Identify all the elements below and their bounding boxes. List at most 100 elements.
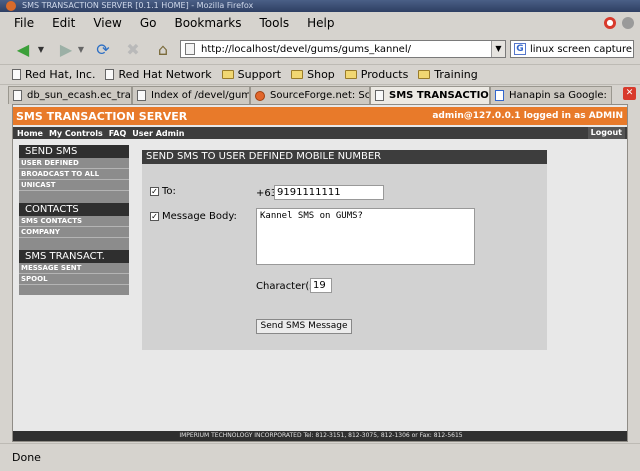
tab-label: SourceForge.net: Scr... bbox=[270, 90, 370, 101]
bookmark-training[interactable]: Training bbox=[418, 68, 478, 81]
sidebar-item-company[interactable]: COMPANY bbox=[19, 227, 129, 238]
close-tab-icon[interactable]: ✕ bbox=[623, 87, 636, 100]
google-icon[interactable]: G bbox=[514, 43, 526, 55]
form-heading: SEND SMS TO USER DEFINED MOBILE NUMBER bbox=[142, 150, 547, 164]
page-icon bbox=[13, 90, 22, 101]
sidebar-spacer bbox=[19, 191, 129, 203]
bookmark-redhat[interactable]: Red Hat, Inc. bbox=[12, 68, 95, 81]
bookmark-label: Training bbox=[434, 68, 478, 81]
search-text[interactable]: linux screen capture bbox=[530, 44, 632, 55]
bookmark-label: Red Hat Network bbox=[118, 68, 212, 81]
sidebar-item-user-defined[interactable]: USER DEFINED bbox=[19, 158, 129, 169]
google-icon bbox=[495, 90, 504, 101]
tab-bar: db_sun_ecash.ec_tra... Index of /devel/g… bbox=[0, 84, 640, 104]
sidebar-heading-contacts: CONTACTS bbox=[19, 203, 129, 216]
bookmark-products[interactable]: Products bbox=[344, 68, 408, 81]
message-row: ✓ Message Body: bbox=[150, 211, 237, 222]
menu-edit[interactable]: Edit bbox=[52, 16, 75, 30]
page-footer: IMPERIUM TECHNOLOGY INCORPORATED Tel: 81… bbox=[13, 431, 627, 441]
menu-file[interactable]: File bbox=[14, 16, 34, 30]
sidebar-item-message-sent[interactable]: MESSAGE SENT bbox=[19, 263, 129, 274]
nav-user-admin[interactable]: User Admin bbox=[132, 129, 184, 138]
app-header: SMS TRANSACTION SERVER admin@127.0.0.1 l… bbox=[13, 107, 627, 125]
to-label: To: bbox=[162, 186, 176, 197]
sidebar-heading-send-sms: SEND SMS bbox=[19, 145, 129, 158]
folder-icon bbox=[291, 70, 304, 79]
url-dropdown-icon[interactable]: ▼ bbox=[491, 41, 505, 57]
sidebar-item-spool[interactable]: SPOOL bbox=[19, 274, 129, 285]
tab-db-sun-ecash[interactable]: db_sun_ecash.ec_tra... bbox=[8, 86, 132, 104]
search-input[interactable]: G linux screen capture bbox=[510, 40, 634, 58]
nav-faq[interactable]: FAQ bbox=[109, 129, 127, 138]
menu-go[interactable]: Go bbox=[140, 16, 157, 30]
bookmark-label: Support bbox=[237, 68, 282, 81]
bookmark-label: Shop bbox=[307, 68, 335, 81]
browser-window: SMS TRANSACTION SERVER [0.1.1 HOME] - Mo… bbox=[0, 0, 640, 471]
sidebar-item-broadcast[interactable]: BROADCAST TO ALL bbox=[19, 169, 129, 180]
stop-icon[interactable]: ✖ bbox=[122, 38, 144, 60]
menu-bookmarks[interactable]: Bookmarks bbox=[174, 16, 241, 30]
navigation-toolbar: ◀ ▼ ▶ ▼ ⟳ ✖ ⌂ http://localhost/devel/gum… bbox=[0, 34, 640, 64]
phone-input[interactable]: 9191111111 bbox=[274, 185, 384, 200]
chevron-down-icon[interactable]: ▼ bbox=[76, 38, 86, 60]
to-row: ✓ To: bbox=[150, 186, 176, 197]
reload-icon[interactable]: ⟳ bbox=[92, 38, 114, 60]
bookmark-support[interactable]: Support bbox=[221, 68, 282, 81]
tab-label: SMS TRANSACTIO... bbox=[389, 90, 490, 101]
folder-icon bbox=[221, 70, 234, 79]
tab-sourceforge[interactable]: SourceForge.net: Scr... bbox=[250, 86, 370, 104]
characters-count: 19 bbox=[310, 278, 332, 293]
back-arrow-icon[interactable]: ◀ bbox=[12, 38, 34, 60]
window-title: SMS TRANSACTION SERVER [0.1.1 HOME] - Mo… bbox=[22, 1, 254, 10]
page-icon bbox=[12, 69, 21, 80]
sidebar-item-unicast[interactable]: UNICAST bbox=[19, 180, 129, 191]
status-text: Done bbox=[12, 451, 41, 464]
url-text[interactable]: http://localhost/devel/gums/gums_kannel/ bbox=[201, 44, 411, 55]
folder-icon bbox=[344, 70, 357, 79]
page-icon bbox=[185, 43, 195, 55]
tab-google-search[interactable]: Hanapin sa Google: li... bbox=[490, 86, 612, 104]
menu-view[interactable]: View bbox=[93, 16, 121, 30]
folder-icon bbox=[418, 70, 431, 79]
page-icon bbox=[137, 90, 146, 101]
page-icon bbox=[375, 90, 384, 101]
bookmark-shop[interactable]: Shop bbox=[291, 68, 335, 81]
sourceforge-icon bbox=[255, 90, 265, 101]
forward-arrow-icon[interactable]: ▶ bbox=[55, 38, 77, 60]
app-nav: Home My Controls FAQ User Admin Logout bbox=[13, 127, 627, 139]
url-bar[interactable]: http://localhost/devel/gums/gums_kannel/… bbox=[180, 40, 506, 58]
menu-tools[interactable]: Tools bbox=[260, 16, 290, 30]
home-icon[interactable]: ⌂ bbox=[152, 38, 174, 60]
bookmarks-toolbar: Red Hat, Inc. Red Hat Network Support Sh… bbox=[0, 64, 640, 84]
sidebar-spacer bbox=[19, 238, 129, 250]
menu-bar: File Edit View Go Bookmarks Tools Help ● bbox=[0, 12, 640, 34]
sidebar: SEND SMS USER DEFINED BROADCAST TO ALL U… bbox=[19, 145, 129, 295]
send-sms-button[interactable]: Send SMS Message bbox=[256, 319, 352, 334]
message-checkbox[interactable]: ✓ bbox=[150, 212, 159, 221]
chevron-down-icon[interactable]: ▼ bbox=[36, 38, 46, 60]
nav-my-controls[interactable]: My Controls bbox=[49, 129, 103, 138]
menu-help[interactable]: Help bbox=[307, 16, 334, 30]
title-bar: SMS TRANSACTION SERVER [0.1.1 HOME] - Mo… bbox=[0, 0, 640, 12]
page-content: SMS TRANSACTION SERVER admin@127.0.0.1 l… bbox=[12, 104, 628, 442]
send-sms-form: SEND SMS TO USER DEFINED MOBILE NUMBER ✓… bbox=[142, 150, 547, 350]
logged-in-user: admin@127.0.0.1 logged in as ADMIN bbox=[432, 111, 623, 121]
message-label: Message Body: bbox=[162, 211, 237, 222]
throbber-icon bbox=[622, 17, 634, 29]
bookmark-label: Red Hat, Inc. bbox=[25, 68, 96, 81]
sidebar-item-sms-contacts[interactable]: SMS CONTACTS bbox=[19, 216, 129, 227]
bookmark-redhat-network[interactable]: Red Hat Network bbox=[105, 68, 212, 81]
status-bar: Done bbox=[0, 443, 640, 471]
close-icon[interactable]: ● bbox=[604, 17, 616, 29]
app-title: SMS TRANSACTION SERVER bbox=[16, 109, 188, 123]
to-checkbox[interactable]: ✓ bbox=[150, 187, 159, 196]
tab-label: Hanapin sa Google: li... bbox=[509, 90, 611, 101]
nav-home[interactable]: Home bbox=[17, 129, 43, 138]
tab-index-gums[interactable]: Index of /devel/gums bbox=[132, 86, 250, 104]
tab-sms-transaction[interactable]: SMS TRANSACTIO... bbox=[370, 86, 490, 104]
logout-link[interactable]: Logout bbox=[587, 127, 625, 139]
message-textarea[interactable]: Kannel SMS on GUMS? bbox=[256, 208, 475, 265]
firefox-icon bbox=[6, 1, 16, 11]
sidebar-heading-transact: SMS TRANSACT. bbox=[19, 250, 129, 263]
sidebar-spacer bbox=[19, 285, 129, 295]
